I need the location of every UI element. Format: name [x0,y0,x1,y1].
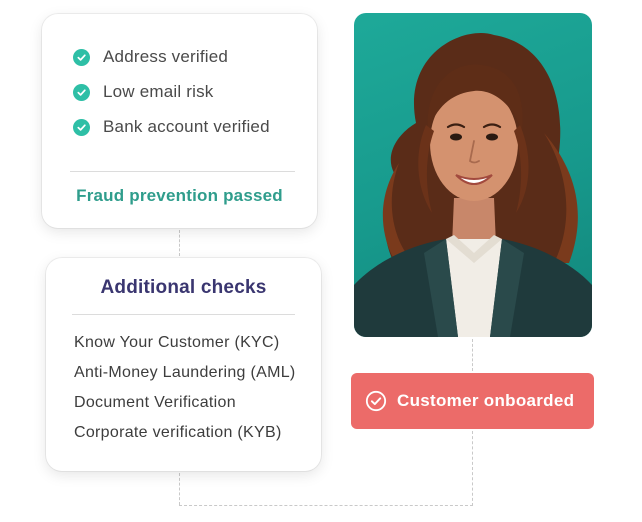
customer-photo [354,13,592,337]
customer-onboarded-badge: Customer onboarded [351,373,594,429]
customer-portrait [354,33,592,337]
check-item-document: Document Verification [74,394,236,411]
connector-line [179,230,180,256]
check-circle-icon [73,83,90,101]
connector-line [179,473,180,505]
check-item-aml: Anti-Money Laundering (AML) [74,364,296,381]
connector-line [472,339,473,371]
check-circle-outline-icon [365,390,387,412]
check-item-kyb: Corporate verification (KYB) [74,424,282,441]
fraud-prevention-card: Address verified Low email risk Bank acc… [42,14,317,228]
check-circle-icon [73,48,90,66]
check-label: Bank account verified [103,117,270,136]
customer-onboarded-label: Customer onboarded [397,391,575,410]
check-item-bank: Bank account verified [73,115,270,139]
check-item-kyc: Know Your Customer (KYC) [74,334,280,351]
card-divider [70,171,295,172]
check-item-email: Low email risk [73,80,214,104]
card-divider [72,314,295,315]
check-circle-icon [73,118,90,136]
check-label: Low email risk [103,82,214,101]
connector-line [179,505,473,506]
onboarding-illustration: Address verified Low email risk Bank acc… [0,0,642,522]
additional-checks-card: Additional checks Know Your Customer (KY… [46,258,321,471]
check-label: Address verified [103,47,229,66]
fraud-status-text: Fraud prevention passed [76,186,283,205]
connector-line [472,431,473,506]
check-item-address: Address verified [73,45,228,69]
additional-checks-title: Additional checks [100,277,267,298]
